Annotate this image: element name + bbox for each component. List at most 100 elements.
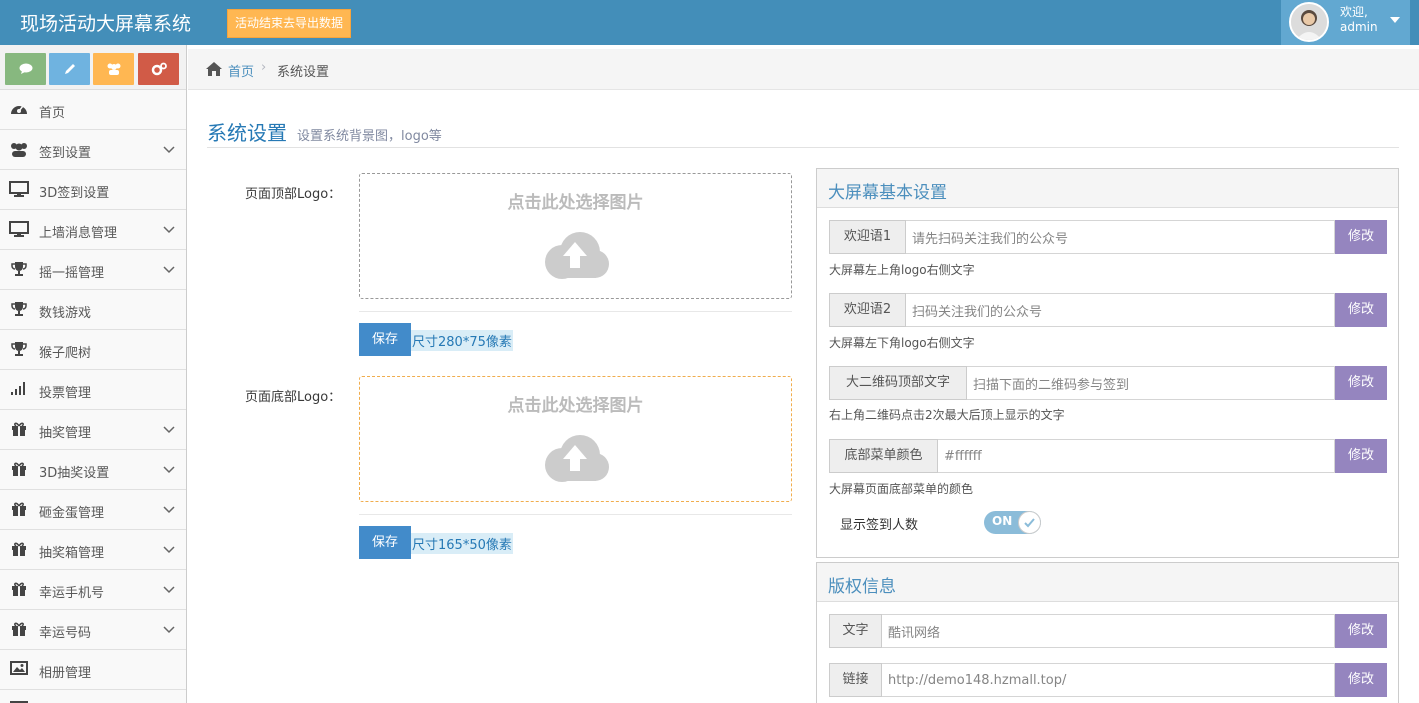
sidebar-item[interactable]: 砸金蛋管理	[0, 490, 186, 530]
setting-input[interactable]	[967, 366, 1335, 400]
check-icon	[1024, 518, 1035, 528]
show-checkin-count-label: 显示签到人数	[840, 518, 919, 533]
upload-prompt: 点击此处选择图片	[507, 193, 644, 213]
trophy-icon	[9, 301, 29, 319]
edit-button[interactable]: 修改	[1335, 220, 1387, 254]
save-bottom-logo-button[interactable]: 保存	[359, 526, 411, 559]
gift-icon	[9, 501, 29, 519]
sidebar-nav: 首页签到设置 3D签到设置 上墙消息管理 摇一摇管理数钱游戏 猴子爬树 投票管理抽奖管理 3…	[0, 90, 186, 703]
gift-icon	[9, 421, 29, 439]
page-subtitle: 设置系统背景图，logo等	[297, 129, 442, 144]
panel-title: 大屏幕基本设置	[828, 183, 947, 203]
picture-icon	[9, 661, 29, 679]
cogs-icon	[151, 62, 167, 75]
dashboard-icon	[9, 101, 29, 119]
toggle-knob	[1018, 511, 1041, 534]
cloud-upload-icon	[545, 232, 609, 279]
sidebar: 首页签到设置 3D签到设置 上墙消息管理 摇一摇管理数钱游戏 猴子爬树 投票管理抽奖管理 3…	[0, 45, 187, 703]
sidebar-item[interactable]: 首页	[0, 90, 186, 130]
cogs-shortcut-button[interactable]	[138, 53, 179, 85]
sidebar-item[interactable]: 幸运手机号	[0, 570, 186, 610]
user-menu[interactable]: 欢迎, admin	[1281, 0, 1410, 45]
sidebar-item[interactable]	[0, 690, 186, 703]
sidebar-item[interactable]: 幸运号码	[0, 610, 186, 650]
copyright-row: 链接 修改	[829, 663, 1387, 697]
chevron-down-icon	[163, 463, 175, 478]
panel-header: 大屏幕基本设置	[817, 169, 1398, 208]
chat-shortcut-button[interactable]	[5, 53, 46, 85]
chevron-down-icon	[163, 423, 175, 438]
copyright-label: 链接	[829, 663, 882, 697]
chevron-down-icon	[163, 223, 175, 238]
page-title: 系统设置	[207, 121, 287, 145]
setting-row: 欢迎语1 修改	[829, 220, 1387, 254]
show-checkin-count-toggle[interactable]: ON	[984, 511, 1041, 534]
sidebar-item-label: 砸金蛋管理	[39, 506, 105, 521]
avatar	[1289, 2, 1329, 42]
gift-icon	[9, 581, 29, 599]
sidebar-item[interactable]: 数钱游戏	[0, 290, 186, 330]
chevron-down-icon	[163, 143, 175, 158]
panel-title: 版权信息	[828, 577, 896, 597]
sidebar-item-label: 上墙消息管理	[39, 226, 118, 241]
save-top-logo-button[interactable]: 保存	[359, 323, 411, 356]
top-logo-upload[interactable]: 点击此处选择图片	[359, 173, 792, 299]
caret-down-icon	[1390, 17, 1400, 23]
edit-button[interactable]: 修改	[1335, 293, 1387, 327]
copyright-row: 文字 修改	[829, 614, 1387, 648]
sidebar-item-label: 抽奖箱管理	[39, 546, 105, 561]
setting-label: 底部菜单颜色	[829, 439, 938, 473]
upload-prompt: 点击此处选择图片	[507, 396, 644, 416]
export-data-button[interactable]: 活动结束去导出数据	[227, 9, 351, 38]
sidebar-item[interactable]: 抽奖箱管理	[0, 530, 186, 570]
setting-input[interactable]	[938, 439, 1335, 473]
sidebar-shortcuts	[0, 45, 186, 90]
user-greeting: 欢迎, admin	[1340, 5, 1378, 35]
sidebar-item-label: 3D签到设置	[39, 186, 110, 201]
chevron-down-icon	[163, 503, 175, 518]
chevron-down-icon	[163, 263, 175, 278]
sidebar-item[interactable]: 抽奖管理	[0, 410, 186, 450]
setting-row: 欢迎语2 修改	[829, 293, 1387, 327]
desktop-icon	[9, 221, 29, 239]
gift-icon	[9, 621, 29, 639]
edit-button[interactable]: 修改	[1335, 366, 1387, 400]
sidebar-item-label: 抽奖管理	[39, 426, 92, 441]
users-shortcut-button[interactable]	[93, 53, 134, 85]
edit-button[interactable]: 修改	[1335, 439, 1387, 473]
cloud-upload-icon	[545, 435, 609, 482]
sidebar-item[interactable]: 投票管理	[0, 370, 186, 410]
sidebar-item[interactable]: 猴子爬树	[0, 330, 186, 370]
sidebar-item[interactable]: 相册管理	[0, 650, 186, 690]
edit-button[interactable]: 修改	[1335, 663, 1387, 697]
gift-icon	[9, 461, 29, 479]
sidebar-item[interactable]: 3D签到设置	[0, 170, 186, 210]
setting-input[interactable]	[906, 220, 1335, 254]
sidebar-item[interactable]: 上墙消息管理	[0, 210, 186, 250]
edit-button[interactable]: 修改	[1335, 614, 1387, 648]
sidebar-item[interactable]: 3D抽奖设置	[0, 450, 186, 490]
top-logo-divider	[359, 311, 792, 312]
brand-title[interactable]: 现场活动大屏幕系统	[20, 9, 191, 36]
setting-help-text: 大屏幕页面底部菜单的颜色	[829, 482, 974, 496]
copyright-input[interactable]	[882, 663, 1335, 697]
sidebar-item-label: 首页	[39, 106, 66, 121]
sidebar-item-label: 签到设置	[39, 146, 92, 161]
sidebar-item-label: 幸运手机号	[39, 586, 105, 601]
bottom-logo-upload[interactable]: 点击此处选择图片	[359, 376, 792, 502]
home-icon[interactable]	[205, 61, 223, 77]
chevron-down-icon	[163, 583, 175, 598]
sidebar-item[interactable]: 摇一摇管理	[0, 250, 186, 290]
trophy-icon	[9, 341, 29, 359]
panel-header: 版权信息	[817, 563, 1398, 602]
copyright-input[interactable]	[882, 614, 1335, 648]
setting-input[interactable]	[906, 293, 1335, 327]
sidebar-item-label: 摇一摇管理	[39, 266, 105, 281]
pencil-shortcut-button[interactable]	[49, 53, 90, 85]
sidebar-item[interactable]: 签到设置	[0, 130, 186, 170]
breadcrumb-home-link[interactable]: 首页	[228, 61, 254, 80]
sidebar-item-label: 3D抽奖设置	[39, 466, 110, 481]
copyright-label: 文字	[829, 614, 882, 648]
setting-label: 欢迎语2	[829, 293, 906, 327]
breadcrumb: 首页 › 系统设置	[188, 49, 1419, 90]
